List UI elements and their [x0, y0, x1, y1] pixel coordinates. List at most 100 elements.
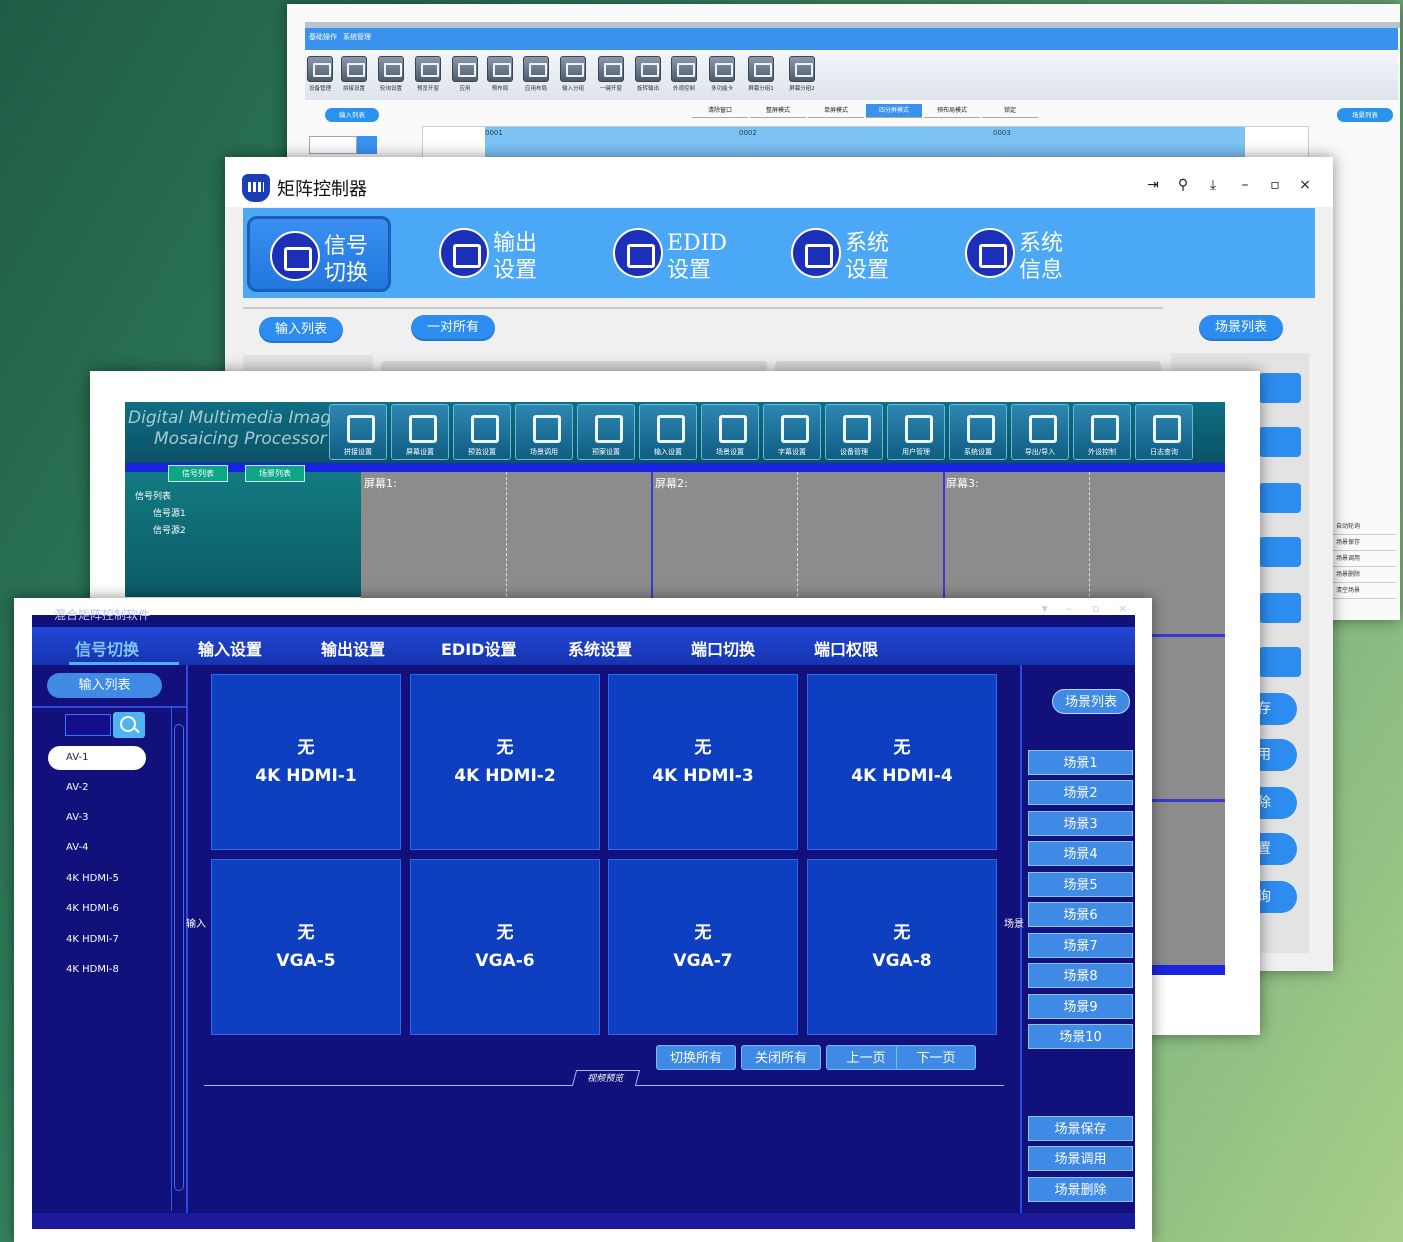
scene-button[interactable]: 场景1 — [1028, 750, 1133, 775]
scene-list-button[interactable]: 场景列表 — [1337, 108, 1393, 122]
search-icon[interactable] — [113, 712, 145, 738]
tool-input-group[interactable]: 输入分组 — [558, 56, 588, 92]
scene-save-button[interactable]: 场景保存 — [1028, 1116, 1133, 1141]
side-button[interactable] — [1259, 427, 1301, 457]
side-button[interactable] — [1259, 537, 1301, 567]
ribbon-output-settings[interactable]: 输出 设置 — [419, 216, 563, 292]
minimize-icon[interactable]: – — [1066, 602, 1072, 615]
tab-prelayout[interactable]: 预布局模式 — [924, 104, 980, 118]
scene-button[interactable]: 场景10 — [1028, 1024, 1133, 1049]
tool-user-manage[interactable]: 用户管理 — [887, 404, 945, 460]
ribbon-edid-settings[interactable]: EDID 设置 — [593, 216, 737, 292]
search-box[interactable] — [309, 136, 379, 154]
menu-icon[interactable]: ▾ — [1042, 602, 1048, 615]
side-button[interactable] — [1259, 483, 1301, 513]
scene-button[interactable]: 场景8 — [1028, 963, 1133, 988]
close-icon[interactable]: × — [1295, 177, 1315, 193]
tool-poll[interactable]: 轮询设置 — [376, 56, 406, 92]
scene-button[interactable]: 场景6 — [1028, 902, 1133, 927]
tool-system-settings[interactable]: 系统设置 — [949, 404, 1007, 460]
tab-port-permission[interactable]: 端口权限 — [814, 636, 878, 660]
tab-output-settings[interactable]: 输出设置 — [321, 636, 385, 660]
collapse-input-tab[interactable]: 输入 — [186, 918, 206, 932]
tab-input-settings[interactable]: 输入设置 — [198, 636, 262, 660]
scene-button[interactable]: 场景9 — [1028, 994, 1133, 1019]
menu-scene-save[interactable]: 场景保存 — [1332, 535, 1396, 551]
pin-icon[interactable]: ⚲ — [1173, 177, 1193, 193]
tool-apply-layout[interactable]: 应用布局 — [521, 56, 551, 92]
side-button[interactable] — [1259, 647, 1301, 677]
tab-port-switch[interactable]: 端口切换 — [691, 636, 755, 660]
output-cell[interactable]: 无 VGA-7 — [608, 859, 798, 1035]
scene-delete-button[interactable]: 场景删除 — [1028, 1177, 1133, 1202]
menu-scene-delete[interactable]: 场景删除 — [1332, 567, 1396, 583]
output-cell[interactable]: 无 4K HDMI-3 — [608, 674, 798, 850]
scene-button[interactable]: 场景5 — [1028, 872, 1133, 897]
menu-system[interactable]: 系统管理 — [343, 32, 371, 42]
scene-button[interactable]: 场景4 — [1028, 841, 1133, 866]
scene-list-button[interactable]: 场景列表 — [1052, 689, 1130, 714]
menu-auto-poll[interactable]: 自动轮询 — [1332, 519, 1396, 535]
tool-rotate[interactable]: 旋转输出 — [633, 56, 663, 92]
scene-button[interactable]: 场景3 — [1028, 811, 1133, 836]
video-preview-tab[interactable]: 视频预览 — [571, 1070, 641, 1086]
one-to-all-button[interactable]: 一对所有 — [411, 315, 495, 341]
tool-prelayout[interactable]: 预布局 — [485, 56, 515, 92]
scene-list-button[interactable]: 场景列表 — [1199, 315, 1283, 341]
output-cell[interactable]: 无 4K HDMI-4 — [807, 674, 997, 850]
input-item[interactable]: AV-4 — [48, 836, 146, 860]
ribbon-signal-switch[interactable]: 信号 切换 — [247, 216, 391, 292]
tree-item[interactable]: 信号源1 — [135, 506, 186, 523]
close-icon[interactable]: × — [1118, 602, 1127, 615]
output-cell[interactable]: 无 VGA-5 — [211, 859, 401, 1035]
input-item[interactable]: 4K HDMI-7 — [48, 928, 146, 952]
close-all-button[interactable]: 关闭所有 — [741, 1045, 821, 1070]
next-page-button[interactable]: 下一页 — [896, 1045, 976, 1070]
output-cell[interactable]: 无 4K HDMI-2 — [410, 674, 600, 850]
menu-scene-call[interactable]: 场景调用 — [1332, 551, 1396, 567]
minimize-icon[interactable]: – — [1235, 177, 1255, 193]
input-item[interactable]: AV-2 — [48, 776, 146, 800]
output-cell[interactable]: 无 VGA-6 — [410, 859, 600, 1035]
switch-all-button[interactable]: 切换所有 — [656, 1045, 736, 1070]
side-button[interactable] — [1259, 373, 1301, 403]
tool-splice-settings[interactable]: 拼接设置 — [329, 404, 387, 460]
menu-basic[interactable]: 基础操作 — [309, 32, 337, 42]
input-scrollbar[interactable] — [171, 706, 185, 1211]
menu-scene-clear[interactable]: 清空场景 — [1332, 583, 1396, 599]
tool-monitor-settings[interactable]: 预监设置 — [453, 404, 511, 460]
tool-one-key[interactable]: 一键开窗 — [596, 56, 626, 92]
tab-quad-screen[interactable]: 四分屏模式 — [866, 104, 922, 118]
tool-log-query[interactable]: 日志查询 — [1135, 404, 1193, 460]
output-cell[interactable]: 无 VGA-8 — [807, 859, 997, 1035]
input-list-button[interactable]: 输入列表 — [259, 317, 343, 343]
ribbon-system-settings[interactable]: 系统 设置 — [771, 216, 915, 292]
tool-device-manage[interactable]: 设备管理 — [825, 404, 883, 460]
input-item[interactable]: 4K HDMI-8 — [48, 958, 146, 982]
ribbon-system-info[interactable]: 系统 信息 — [945, 216, 1089, 292]
tool-apply[interactable]: 应用 — [450, 56, 480, 92]
tree-root[interactable]: 信号列表 — [135, 489, 186, 506]
maximize-icon[interactable]: ▫ — [1265, 177, 1285, 193]
collapse-scene-tab[interactable]: 场景 — [1004, 918, 1024, 932]
tool-screen-settings[interactable]: 屏幕设置 — [391, 404, 449, 460]
download-icon[interactable]: ⤓ — [1203, 177, 1223, 193]
tool-plan-settings[interactable]: 预案设置 — [577, 404, 635, 460]
search-input[interactable] — [65, 714, 111, 736]
tree-item[interactable]: 信号源2 — [135, 523, 186, 540]
scene-list-button[interactable]: 场景列表 — [245, 465, 305, 482]
tool-scene-call[interactable]: 场景调用 — [515, 404, 573, 460]
tool-subtitle-settings[interactable]: 字幕设置 — [763, 404, 821, 460]
tab-lock[interactable]: 锁定 — [982, 104, 1038, 118]
tool-device-manage[interactable]: 设备管理 — [305, 56, 335, 92]
input-item[interactable]: 4K HDMI-5 — [48, 867, 146, 891]
tool-multi-card[interactable]: 多功能卡 — [707, 56, 737, 92]
prev-page-button[interactable]: 上一页 — [826, 1045, 906, 1070]
tool-screen-group-2[interactable]: 屏幕分组2 — [787, 56, 817, 92]
signal-list-button[interactable]: 信号列表 — [168, 465, 228, 482]
tab-full-screen[interactable]: 整屏模式 — [750, 104, 806, 118]
tool-scene-settings[interactable]: 场景设置 — [701, 404, 759, 460]
tab-edid-settings[interactable]: EDID设置 — [441, 636, 516, 660]
input-list-button[interactable]: 输入列表 — [325, 108, 379, 122]
tab-signal-switch[interactable]: 信号切换 — [75, 636, 139, 660]
